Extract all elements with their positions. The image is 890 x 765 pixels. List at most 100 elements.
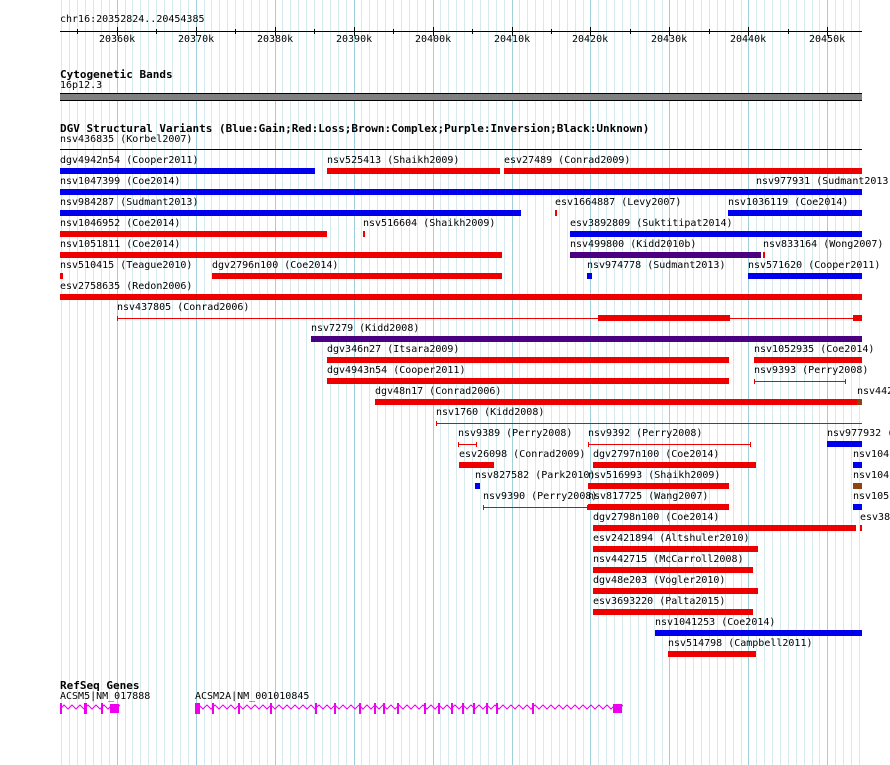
gene-exon — [462, 703, 464, 714]
ruler-tick — [472, 29, 473, 34]
gene-model[interactable] — [195, 702, 625, 716]
variant-span-line[interactable] — [458, 442, 477, 447]
variant-label: esv2758635 (Redon2006) — [60, 281, 193, 292]
grid-line — [835, 0, 836, 765]
variant-label: esv38 — [860, 512, 890, 523]
variant-bar[interactable] — [60, 231, 327, 237]
variant-bar[interactable] — [60, 189, 756, 195]
variant-bar[interactable] — [60, 210, 521, 216]
gene-model[interactable] — [60, 702, 122, 716]
gene-exon — [424, 703, 426, 714]
variant-bar[interactable] — [655, 630, 862, 636]
variant-bar[interactable] — [587, 273, 592, 279]
variant-bar[interactable] — [327, 357, 729, 363]
grid-line — [93, 0, 94, 765]
variant-bar[interactable] — [459, 462, 494, 468]
variant-label: nsv1036119 (Coe2014) — [728, 197, 849, 208]
variant-bar[interactable] — [363, 231, 365, 237]
track-separator — [60, 149, 862, 150]
variant-label: nsv499800 (Kidd2010b) — [570, 239, 697, 250]
variant-bar[interactable] — [60, 294, 862, 300]
ruler-tick — [788, 29, 789, 34]
grid-line — [298, 0, 299, 765]
variant-label: nsv1052935 (Coe2014) — [754, 344, 875, 355]
grid-line — [140, 0, 141, 765]
variant-bar[interactable] — [857, 399, 862, 405]
variant-bar[interactable] — [853, 504, 862, 510]
variant-bar[interactable] — [763, 252, 765, 258]
grid-line — [109, 0, 110, 765]
variant-bar[interactable] — [668, 651, 756, 657]
cytoband-bar[interactable] — [60, 93, 862, 101]
variant-bar[interactable] — [754, 357, 862, 363]
variant-label: nsv436835 (Korbel2007) — [60, 134, 193, 145]
variant-label: esv3693220 (Palta2015) — [593, 596, 726, 607]
variant-bar[interactable] — [60, 273, 63, 279]
variant-span-line[interactable] — [117, 316, 862, 321]
variant-label: nsv974778 (Sudmant2013) — [587, 260, 726, 271]
grid-line — [235, 0, 236, 765]
variant-span-line[interactable] — [588, 442, 751, 447]
gene-exon — [374, 703, 376, 714]
variant-bar[interactable] — [853, 483, 862, 489]
variant-bar[interactable] — [570, 231, 862, 237]
variant-bar[interactable] — [748, 273, 862, 279]
grid-line — [148, 0, 149, 765]
ruler-tick — [235, 29, 236, 34]
variant-span-line[interactable] — [483, 505, 588, 510]
ruler-tick — [709, 29, 710, 34]
variant-label: nsv571620 (Cooper2011) — [748, 260, 881, 271]
variant-bar[interactable] — [588, 483, 729, 489]
variant-bar[interactable] — [555, 210, 557, 216]
variant-bar[interactable] — [593, 525, 856, 531]
variant-bar[interactable] — [593, 546, 758, 552]
ruler-tick-label: 20360k — [99, 34, 136, 45]
variant-bar[interactable] — [598, 315, 730, 321]
gene-exon — [383, 703, 385, 714]
variant-bar[interactable] — [311, 336, 862, 342]
grid-line — [204, 0, 205, 765]
gene-exon — [486, 703, 488, 714]
variant-bar[interactable] — [728, 210, 862, 216]
variant-bar[interactable] — [60, 252, 502, 258]
grid-line — [788, 0, 789, 765]
variant-label: nsv514798 (Campbell2011) — [668, 638, 813, 649]
variant-bar[interactable] — [570, 252, 761, 258]
genome-browser: chr16:20352824..20454385 20360k 20370k 203… — [0, 0, 890, 765]
variant-bar[interactable] — [327, 378, 729, 384]
variant-bar[interactable] — [860, 525, 862, 531]
variant-bar[interactable] — [593, 588, 758, 594]
grid-line — [117, 0, 118, 765]
variant-end-tick — [845, 379, 846, 384]
variant-bar[interactable] — [60, 168, 315, 174]
variant-bar[interactable] — [593, 609, 753, 615]
variant-label: nsv516604 (Shaikh2009) — [363, 218, 496, 229]
variant-bar[interactable] — [327, 168, 500, 174]
variant-label: nsv1046952 (Coe2014) — [60, 218, 181, 229]
variant-label: nsv9390 (Perry2008) — [483, 491, 598, 502]
variant-bar[interactable] — [593, 462, 756, 468]
grid-line — [156, 0, 157, 765]
variant-span-line[interactable] — [754, 379, 846, 384]
variant-bar[interactable] — [212, 273, 502, 279]
variant-bar[interactable] — [756, 189, 862, 195]
variant-bar[interactable] — [827, 441, 862, 447]
grid-line — [306, 0, 307, 765]
variant-bar[interactable] — [853, 462, 862, 468]
variant-label: dgv2796n100 (Coe2014) — [212, 260, 339, 271]
grid-line — [101, 0, 102, 765]
variant-bar[interactable] — [375, 399, 857, 405]
variant-bar[interactable] — [853, 315, 862, 321]
variant-start-tick — [483, 505, 484, 510]
variant-bar[interactable] — [588, 504, 729, 510]
variant-bar[interactable] — [504, 168, 862, 174]
gene-exon — [532, 703, 534, 714]
variant-bar[interactable] — [593, 567, 753, 573]
variant-start-tick — [436, 421, 437, 426]
gene-exon — [60, 703, 62, 714]
variant-bar[interactable] — [475, 483, 480, 489]
ruler-tick — [77, 29, 78, 34]
variant-label: nsv984287 (Sudmant2013) — [60, 197, 199, 208]
ruler-tick-label: 20450k — [809, 34, 846, 45]
variant-span-line[interactable] — [436, 421, 862, 426]
